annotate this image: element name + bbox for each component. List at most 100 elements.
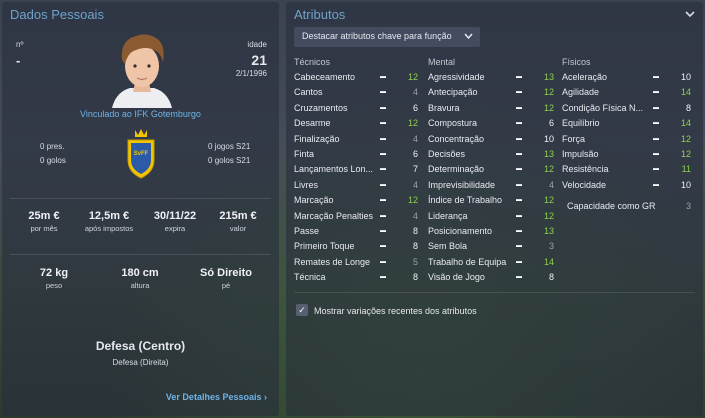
attribute-row[interactable]: Passe ▬ 8 [294, 224, 422, 239]
attribute-row[interactable]: Desarme ▬ 12 [294, 116, 422, 131]
goals-right-value: 0 [208, 156, 213, 165]
attribute-name: Trabalho de Equipa [428, 256, 507, 267]
trend-flat-icon: ▬ [380, 212, 386, 219]
attribute-name: Técnica [294, 272, 326, 283]
wage-value: 25m € [28, 210, 60, 222]
attribute-row[interactable]: Agilidade ▬ 14 [562, 85, 695, 100]
attribute-name: Equilíbrio [562, 118, 600, 129]
date-of-birth: 2/1/1996 [235, 69, 267, 78]
contract-expiry-value: 30/11/22 [153, 210, 197, 222]
attribute-name: Índice de Trabalho [428, 195, 503, 206]
attribute-value: 7 [412, 164, 418, 175]
position-secondary: Defesa (Direita) [112, 358, 169, 367]
trend-flat-icon: ▬ [653, 120, 659, 127]
attribute-row[interactable]: Visão de Jogo ▬ 8 [428, 270, 558, 285]
goals-right-label: golos S21 [214, 156, 251, 165]
attribute-name: Agressividade [428, 72, 485, 82]
highlight-role-dropdown[interactable]: Destacar atributos chave para função [294, 27, 480, 47]
chevron-right-icon: › [264, 392, 267, 402]
attribute-row[interactable]: Compostura ▬ 6 [428, 116, 558, 131]
attribute-row[interactable]: Bravura ▬ 12 [428, 101, 558, 116]
attribute-row[interactable]: Lançamentos Lon... ▬ 7 [294, 162, 422, 177]
attribute-value: 8 [412, 226, 418, 236]
attribute-row[interactable]: Remates de Longe ▬ 5 [294, 255, 422, 270]
foot-stat: Só Direito pé [191, 267, 261, 290]
height-label: altura [130, 281, 150, 290]
caps-right-label: jogos S21 [214, 142, 251, 151]
attribute-value: 12 [407, 195, 418, 206]
attribute-value: 12 [543, 195, 554, 206]
attribute-row[interactable]: Marcação Penalties ▬ 4 [294, 209, 422, 224]
goals-right: 0 golos S21 [208, 156, 250, 165]
view-details-link[interactable]: Ver Detalhes Pessoais › [166, 392, 267, 402]
attribute-row[interactable]: Aceleração ▬ 10 [562, 70, 695, 85]
show-changes-label: Mostrar variações recentes dos atributos [314, 306, 477, 316]
attribute-row[interactable]: Técnica ▬ 8 [294, 270, 422, 285]
weight-stat: 72 kg peso [19, 267, 89, 290]
attribute-name: Compostura [428, 118, 478, 129]
trend-flat-icon: ▬ [653, 135, 659, 142]
contract-expiry-label: expira [164, 224, 186, 233]
attribute-row[interactable]: Decisões ▬ 13 [428, 147, 558, 162]
svg-text:SvFF: SvFF [134, 151, 149, 157]
panel-title-attributes: Atributos [294, 7, 346, 22]
attribute-row[interactable]: Condição Física N... ▬ 8 [562, 101, 695, 116]
attribute-row[interactable]: Primeiro Toque ▬ 8 [294, 239, 422, 254]
caps-left: 0 pres. [40, 142, 64, 151]
attribute-row[interactable]: Impulsão ▬ 12 [562, 147, 695, 162]
chevron-down-icon[interactable] [685, 10, 695, 18]
chevron-down-icon [464, 33, 473, 40]
attribute-value: 12 [680, 149, 691, 159]
trend-flat-icon: ▬ [380, 181, 386, 188]
goals-left-value: 0 [40, 156, 45, 165]
market-value-label: valor [229, 224, 247, 233]
trend-flat-icon: ▬ [380, 258, 386, 265]
attribute-row[interactable]: Sem Bola ▬ 3 [428, 239, 558, 254]
attribute-name: Cantos [294, 87, 323, 98]
attribute-name: Primeiro Toque [294, 241, 355, 252]
attribute-row[interactable]: Liderança ▬ 12 [428, 209, 558, 224]
trend-flat-icon: ▬ [653, 89, 659, 96]
trend-flat-icon: ▬ [380, 197, 386, 204]
show-changes-checkbox[interactable]: ✓ [296, 304, 308, 316]
attribute-value: 12 [407, 118, 418, 129]
attribute-name: Lançamentos Lon... [294, 164, 374, 175]
attribute-row[interactable]: Equilíbrio ▬ 14 [562, 116, 695, 131]
club-link[interactable]: Vinculado ao IFK Gotemburgo [2, 109, 279, 119]
attribute-row[interactable]: Resistência ▬ 11 [562, 162, 695, 177]
attribute-value: 4 [412, 133, 418, 144]
trend-flat-icon: ▬ [516, 258, 522, 265]
attribute-row[interactable]: Determinação ▬ 12 [428, 162, 558, 177]
attribute-name: Cabeceamento [294, 72, 356, 82]
wage-label: por mês [30, 224, 58, 233]
attribute-row[interactable]: Agressividade ▬ 13 [428, 70, 558, 85]
attribute-name: Imprevisibilidade [428, 179, 496, 190]
attribute-row[interactable]: Posicionamento ▬ 13 [428, 224, 558, 239]
attribute-row[interactable]: Cruzamentos ▬ 6 [294, 101, 422, 116]
trend-flat-icon: ▬ [380, 74, 386, 80]
attribute-row[interactable]: Antecipação ▬ 12 [428, 85, 558, 100]
trend-flat-icon: ▬ [653, 74, 659, 80]
attribute-name: Decisões [428, 149, 466, 159]
attribute-name: Agilidade [562, 87, 600, 98]
attribute-row[interactable]: Trabalho de Equipa ▬ 14 [428, 255, 558, 270]
column-header-mental: Mental [428, 57, 456, 67]
attribute-row[interactable]: Finalização ▬ 4 [294, 132, 422, 147]
attribute-row[interactable]: Cabeceamento ▬ 12 [294, 70, 422, 85]
attribute-row[interactable]: Índice de Trabalho ▬ 12 [428, 193, 558, 208]
dropdown-label: Destacar atributos chave para função [302, 31, 452, 41]
trend-flat-icon: ▬ [653, 151, 659, 157]
attribute-row[interactable]: Imprevisibilidade ▬ 4 [428, 178, 558, 193]
attribute-row[interactable]: Livres ▬ 4 [294, 178, 422, 193]
attribute-row[interactable]: Velocidade ▬ 10 [562, 178, 695, 193]
attribute-value: 14 [680, 87, 691, 98]
attribute-row[interactable]: Cantos ▬ 4 [294, 85, 422, 100]
attribute-row[interactable]: Força ▬ 12 [562, 132, 695, 147]
attribute-row[interactable]: Marcação ▬ 12 [294, 193, 422, 208]
attribute-row[interactable]: Finta ▬ 6 [294, 147, 422, 162]
divider [294, 292, 695, 293]
column-header-technical: Técnicos [294, 57, 331, 67]
divider [10, 254, 271, 255]
attribute-row[interactable]: Concentração ▬ 10 [428, 132, 558, 147]
trend-flat-icon: ▬ [516, 74, 522, 80]
